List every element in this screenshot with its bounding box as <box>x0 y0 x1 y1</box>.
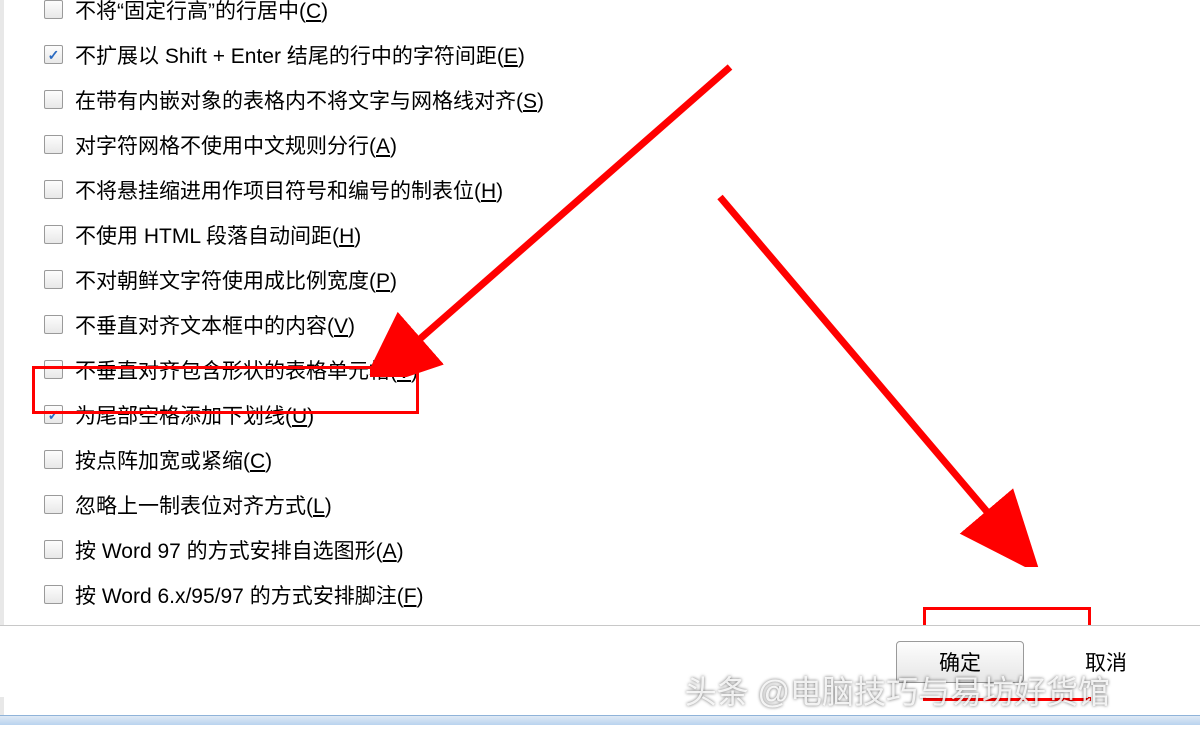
window-bottom-chrome <box>0 715 1200 725</box>
option-row: 不使用 HTML 段落自动间距(H) <box>44 212 1200 257</box>
option-checkbox[interactable] <box>44 0 63 19</box>
option-label: 忽略上一制表位对齐方式(L) <box>75 490 332 520</box>
option-label: 不垂直对齐包含形状的表格单元格(V) <box>75 355 418 385</box>
option-row: 为尾部空格添加下划线(U) <box>44 392 1200 437</box>
option-checkbox[interactable] <box>44 270 63 289</box>
option-checkbox[interactable] <box>44 495 63 514</box>
option-row: 不垂直对齐文本框中的内容(V) <box>44 302 1200 347</box>
ok-button[interactable]: 确定 <box>896 641 1024 683</box>
options-list: 不将“固定行高”的行居中(C) 不扩展以 Shift + Enter 结尾的行中的… <box>0 0 1200 627</box>
option-row: 不对朝鲜文字符使用成比例宽度(P) <box>44 257 1200 302</box>
option-label: 对字符网格不使用中文规则分行(A) <box>75 130 397 160</box>
option-row: 不扩展以 Shift + Enter 结尾的行中的字符间距(E) <box>44 32 1200 77</box>
option-label: 按 Word 97 的方式安排自选图形(A) <box>75 535 404 565</box>
option-checkbox[interactable] <box>44 135 63 154</box>
option-label: 不扩展以 Shift + Enter 结尾的行中的字符间距(E) <box>75 40 525 70</box>
option-label: 为尾部空格添加下划线(U) <box>75 400 314 430</box>
option-checkbox[interactable] <box>44 450 63 469</box>
option-checkbox[interactable] <box>44 315 63 334</box>
option-checkbox[interactable] <box>44 585 63 604</box>
option-checkbox[interactable] <box>44 90 63 109</box>
option-row: 不垂直对齐包含形状的表格单元格(V) <box>44 347 1200 392</box>
option-label: 按 Word 6.x/95/97 的方式安排脚注(F) <box>75 580 424 610</box>
option-checkbox[interactable] <box>44 540 63 559</box>
option-label: 不将“固定行高”的行居中(C) <box>75 0 328 25</box>
option-label: 不对朝鲜文字符使用成比例宽度(P) <box>75 265 397 295</box>
option-row: 按 Word 6.x/95/97 的方式安排脚注(F) <box>44 572 1200 617</box>
option-label: 不使用 HTML 段落自动间距(H) <box>75 220 361 250</box>
option-checkbox[interactable] <box>44 360 63 379</box>
option-checkbox[interactable] <box>44 180 63 199</box>
option-row: 在带有内嵌对象的表格内不将文字与网格线对齐(S) <box>44 77 1200 122</box>
option-row: 按 Word 97 的方式安排自选图形(A) <box>44 527 1200 572</box>
option-label: 不垂直对齐文本框中的内容(V) <box>75 310 355 340</box>
option-label: 不将悬挂缩进用作项目符号和编号的制表位(H) <box>75 175 503 205</box>
window-left-edge <box>0 0 4 725</box>
option-checkbox[interactable] <box>44 45 63 64</box>
option-row: 对字符网格不使用中文规则分行(A) <box>44 122 1200 167</box>
dialog-button-bar: 确定 取消 <box>0 625 1200 697</box>
option-row: 不将悬挂缩进用作项目符号和编号的制表位(H) <box>44 167 1200 212</box>
option-checkbox[interactable] <box>44 405 63 424</box>
option-label: 在带有内嵌对象的表格内不将文字与网格线对齐(S) <box>75 85 544 115</box>
option-row: 按点阵加宽或紧缩(C) <box>44 437 1200 482</box>
option-row: 忽略上一制表位对齐方式(L) <box>44 482 1200 527</box>
cancel-button[interactable]: 取消 <box>1042 641 1170 683</box>
option-label: 按点阵加宽或紧缩(C) <box>75 445 272 475</box>
option-row: 不将“固定行高”的行居中(C) <box>44 0 1200 32</box>
option-checkbox[interactable] <box>44 225 63 244</box>
